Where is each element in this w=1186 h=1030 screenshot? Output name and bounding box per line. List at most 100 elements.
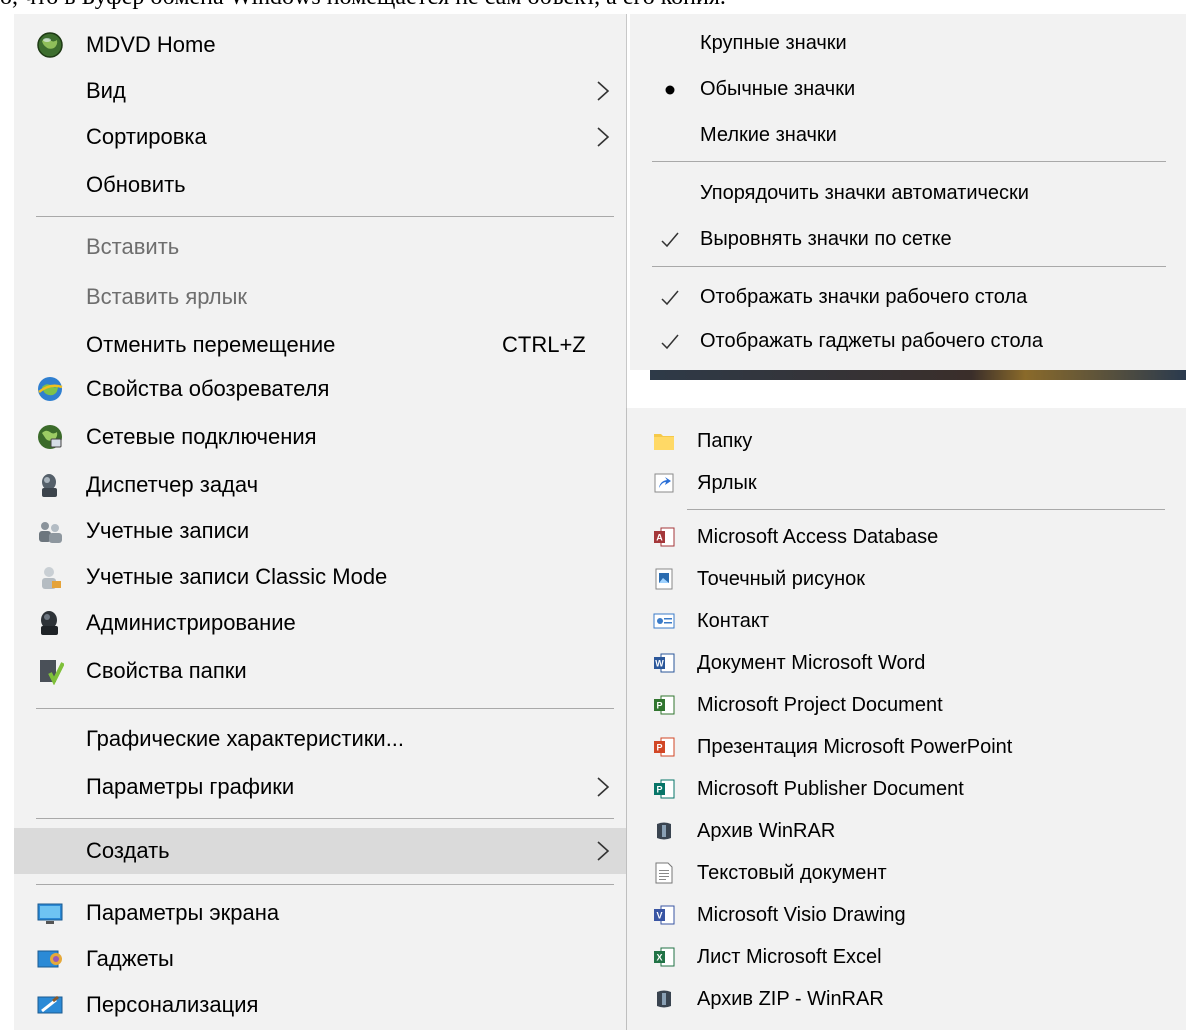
- svg-text:P: P: [656, 701, 662, 711]
- menu-item-label: Microsoft Publisher Document: [697, 778, 964, 800]
- menu-item-paste[interactable]: Вставить: [14, 224, 626, 270]
- menu-item-undo-move[interactable]: Отменить перемещение CTRL+Z: [14, 322, 626, 368]
- shortcut-icon: [654, 473, 674, 493]
- globe-icon: [37, 32, 63, 58]
- publisher-icon: P: [654, 779, 675, 799]
- menu-item-label: Упорядочить значки автоматически: [700, 182, 1029, 204]
- desktop-context-menu: MDVD Home Вид Сортировка Обновить Встави…: [14, 14, 627, 1030]
- new-item-powerpoint[interactable]: P Презентация Microsoft PowerPoint: [627, 726, 1186, 768]
- menu-item-label: Отображать значки рабочего стола: [700, 286, 1028, 308]
- personalization-icon: [37, 995, 63, 1014]
- menu-item-label: Microsoft Project Document: [697, 694, 943, 716]
- new-item-project-document[interactable]: P Microsoft Project Document: [627, 684, 1186, 726]
- menu-item-label: Сетевые подключения: [86, 424, 317, 449]
- new-item-text-document[interactable]: Текстовый документ: [627, 852, 1186, 894]
- menu-item-personalization[interactable]: Персонализация: [14, 982, 626, 1028]
- menu-item-label: Выровнять значки по сетке: [700, 228, 952, 250]
- menu-item-label: Контакт: [697, 610, 770, 632]
- create-submenu: Папку Ярлык A Microsoft Access Database …: [626, 408, 1186, 1030]
- menu-item-label: Архив WinRAR: [697, 820, 836, 842]
- view-item-show-desktop-icons[interactable]: Отображать значки рабочего стола: [630, 274, 1186, 320]
- menu-item-administration[interactable]: Администрирование: [14, 600, 626, 646]
- bitmap-icon: [655, 568, 673, 590]
- powerpoint-icon: P: [654, 737, 675, 757]
- chevron-right-icon: [597, 81, 610, 101]
- bullet-icon: [665, 85, 675, 95]
- menu-item-mdvd-home[interactable]: MDVD Home: [14, 22, 626, 68]
- excel-icon: X: [654, 947, 675, 967]
- menu-item-create[interactable]: Создать: [14, 828, 626, 874]
- menu-item-label: Гаджеты: [86, 946, 174, 971]
- view-item-auto-arrange[interactable]: Упорядочить значки автоматически: [630, 170, 1186, 216]
- new-item-access-database[interactable]: A Microsoft Access Database: [627, 516, 1186, 558]
- menu-item-label: MDVD Home: [86, 32, 216, 57]
- menu-item-network-connections[interactable]: Сетевые подключения: [14, 414, 626, 460]
- menu-item-label: Администрирование: [86, 610, 296, 635]
- new-item-zip-winrar[interactable]: Архив ZIP - WinRAR: [627, 978, 1186, 1020]
- menu-item-label: Крупные значки: [700, 32, 847, 54]
- folder-options-icon: [40, 660, 64, 685]
- svg-text:P: P: [656, 785, 662, 795]
- menu-item-paste-shortcut[interactable]: Вставить ярлык: [14, 274, 626, 320]
- new-item-contact[interactable]: Контакт: [627, 600, 1186, 642]
- view-item-medium-icons[interactable]: Обычные значки: [630, 66, 1186, 112]
- menu-item-label: Графические характеристики...: [86, 726, 405, 751]
- user-accounts-icon: [39, 522, 62, 543]
- view-item-align-to-grid[interactable]: Выровнять значки по сетке: [630, 216, 1186, 262]
- document-text-fragment: о, что в Буфер обмена Windows помещается…: [0, 0, 1186, 14]
- contact-icon: [653, 613, 675, 629]
- winrar-icon: [657, 822, 671, 840]
- new-item-bitmap[interactable]: Точечный рисунок: [627, 558, 1186, 600]
- menu-item-internet-options[interactable]: Свойства обозревателя: [14, 366, 626, 412]
- menu-item-task-manager[interactable]: Диспетчер задач: [14, 462, 626, 508]
- document-text: о, что в Буфер обмена Windows помещается…: [0, 0, 726, 11]
- checkmark-icon: [661, 334, 679, 350]
- menu-item-label: Отображать гаджеты рабочего стола: [700, 330, 1043, 352]
- view-item-small-icons[interactable]: Мелкие значки: [630, 112, 1186, 158]
- network-connections-icon: [38, 425, 62, 449]
- menu-separator: [687, 509, 1165, 510]
- new-item-folder[interactable]: Папку: [627, 420, 1186, 462]
- new-item-shortcut[interactable]: Ярлык: [627, 462, 1186, 504]
- menu-item-display-settings[interactable]: Параметры экрана: [14, 890, 626, 936]
- menu-item-gadgets[interactable]: Гаджеты: [14, 936, 626, 982]
- menu-separator: [652, 161, 1166, 162]
- menu-item-label: Учетные записи: [86, 518, 250, 543]
- menu-item-label: Свойства папки: [86, 658, 247, 683]
- view-submenu: Крупные значки Обычные значки Мелкие зна…: [630, 14, 1186, 370]
- svg-text:W: W: [655, 659, 664, 669]
- new-item-word-document[interactable]: W Документ Microsoft Word: [627, 642, 1186, 684]
- menu-item-label: Параметры графики: [86, 774, 295, 799]
- menu-item-label: Обычные значки: [700, 78, 856, 100]
- menu-item-label: Microsoft Visio Drawing: [697, 904, 906, 926]
- new-item-winrar-archive[interactable]: Архив WinRAR: [627, 810, 1186, 852]
- menu-item-label: Вставить: [86, 234, 180, 259]
- new-item-visio-drawing[interactable]: V Microsoft Visio Drawing: [627, 894, 1186, 936]
- chevron-right-icon: [597, 777, 610, 797]
- svg-text:X: X: [656, 953, 662, 963]
- text-document-icon: [655, 862, 673, 884]
- menu-item-label: Мелкие значки: [700, 124, 837, 146]
- view-item-large-icons[interactable]: Крупные значки: [630, 20, 1186, 66]
- new-item-publisher-document[interactable]: P Microsoft Publisher Document: [627, 768, 1186, 810]
- view-item-show-desktop-gadgets[interactable]: Отображать гаджеты рабочего стола: [630, 318, 1186, 364]
- menu-item-sort[interactable]: Сортировка: [14, 114, 626, 160]
- menu-item-graphics-properties[interactable]: Графические характеристики...: [14, 716, 626, 762]
- task-manager-icon: [42, 474, 57, 497]
- menu-item-view[interactable]: Вид: [14, 68, 626, 114]
- folder-icon: [654, 434, 674, 450]
- menu-separator: [652, 266, 1166, 267]
- menu-item-refresh[interactable]: Обновить: [14, 162, 626, 208]
- menu-item-label: Свойства обозревателя: [86, 376, 330, 401]
- menu-item-folder-options[interactable]: Свойства папки: [14, 648, 626, 694]
- menu-item-graphics-options[interactable]: Параметры графики: [14, 764, 626, 810]
- menu-item-user-accounts[interactable]: Учетные записи: [14, 508, 626, 554]
- menu-item-user-accounts-classic[interactable]: Учетные записи Classic Mode: [14, 554, 626, 600]
- menu-item-label: Архив ZIP - WinRAR: [697, 988, 884, 1010]
- new-item-excel-sheet[interactable]: X Лист Microsoft Excel: [627, 936, 1186, 978]
- menu-item-label: Диспетчер задач: [86, 472, 259, 497]
- menu-item-label: Презентация Microsoft PowerPoint: [697, 736, 1013, 758]
- menu-item-label: Ярлык: [697, 472, 757, 494]
- menu-item-label: Персонализация: [86, 992, 259, 1017]
- word-icon: W: [654, 653, 675, 673]
